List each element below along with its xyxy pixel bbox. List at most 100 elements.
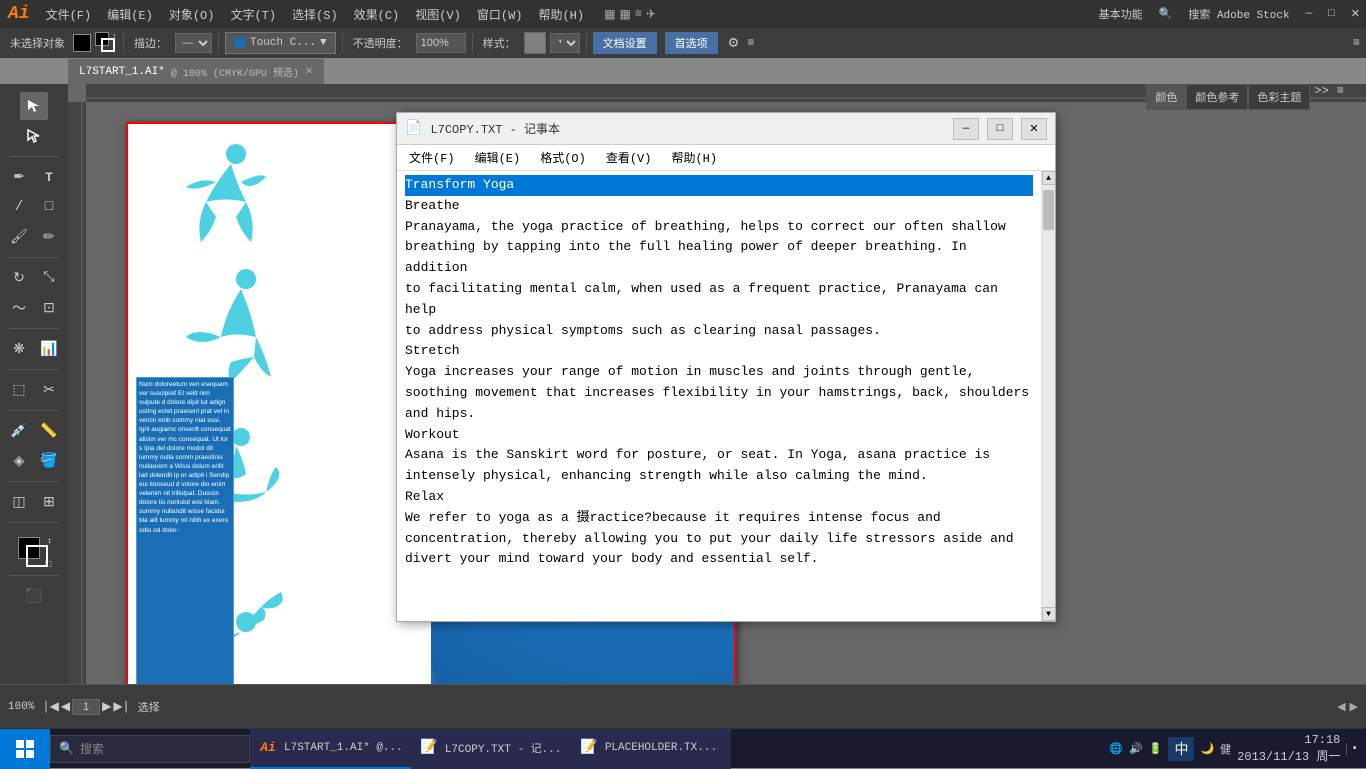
stroke-dropdown[interactable]: — (175, 33, 212, 53)
color-tab-color[interactable]: 颜色 (1146, 84, 1186, 110)
ext-icon-arrow[interactable]: ✈ (646, 7, 656, 22)
mesh-tool[interactable]: ⊞ (35, 488, 63, 516)
gradient-tool[interactable]: ◫ (5, 488, 33, 516)
color-tab-reference[interactable]: 颜色参考 (1186, 84, 1248, 110)
doc-tab-close[interactable]: ✕ (305, 66, 313, 78)
doc-settings-button[interactable]: 文档设置 (593, 32, 657, 54)
slice-tool[interactable]: ✂ (35, 376, 63, 404)
menu-select[interactable]: 选择(S) (284, 6, 346, 23)
page-next[interactable]: ▶ (102, 699, 111, 714)
taskbar-time[interactable]: 17:18 2013/11/13 周一 (1237, 733, 1340, 764)
menu-view[interactable]: 视图(V) (407, 6, 469, 23)
pencil-tool[interactable]: ✏ (35, 223, 63, 251)
np-menu-view[interactable]: 查看(V) (598, 147, 660, 168)
graph-tool[interactable]: 📊 (35, 335, 63, 363)
notepad-restore-button[interactable]: □ (987, 118, 1013, 140)
restore-icon[interactable]: □ (1322, 8, 1341, 20)
status-navigate-icon[interactable]: ◀ (1337, 700, 1345, 714)
fill-stroke-toggle[interactable]: ↕ (95, 32, 117, 54)
toolbox-color-swatches[interactable]: ↕ ⬚ (18, 537, 50, 569)
taskbar-app-illustrator[interactable]: Ai L7START_1.AI* @... (250, 729, 411, 769)
workspace-menu[interactable]: 基本功能 (1093, 6, 1149, 22)
doc-tab-active[interactable]: L7START_1.AI* @ 100% (CMYK/GPU 预选) ✕ (68, 59, 324, 84)
style-swatch[interactable] (524, 32, 546, 54)
panel-menu-icon[interactable]: ≡ (1333, 84, 1348, 110)
canvas-content[interactable]: Num doloreetum ven esequam ver suscipisi… (86, 102, 1366, 724)
scroll-up-button[interactable]: ▲ (1042, 171, 1056, 185)
line-tool[interactable]: / (5, 193, 33, 221)
scroll-thumb[interactable] (1043, 190, 1054, 230)
taskbar-app-notepad1[interactable]: 📝 L7COPY.TXT - 记... (411, 729, 571, 769)
ext-icon-1[interactable]: ▦ (604, 7, 615, 22)
np-menu-help[interactable]: 帮助(H) (663, 147, 725, 168)
search-stock-icon[interactable]: 🔍 (1153, 7, 1179, 21)
menu-effect[interactable]: 效果(C) (346, 6, 408, 23)
text-box-overlay[interactable]: Num doloreetum ven esequam ver suscipisi… (136, 377, 234, 717)
symbol-sprayer-tool[interactable]: ❋ (5, 335, 33, 363)
close-icon[interactable]: ✕ (1345, 7, 1366, 21)
taskbar-health-icon[interactable]: 健 (1220, 741, 1231, 757)
paintbrush-tool[interactable]: 🖌 (5, 223, 33, 251)
taskbar-show-desktop[interactable]: ▪ (1346, 743, 1358, 755)
notepad-minimize-button[interactable]: — (953, 118, 979, 140)
touch-button[interactable]: Touch C... ▼ (225, 32, 336, 54)
page-input[interactable] (72, 699, 100, 715)
menu-help[interactable]: 帮助(H) (530, 6, 592, 23)
toolbar-extra-right[interactable]: ≡ (1353, 36, 1360, 50)
rect-tool[interactable]: □ (35, 193, 63, 221)
ext-icon-3[interactable]: ≡ (635, 7, 642, 21)
opacity-input[interactable] (416, 33, 466, 53)
toolbar-extra-2[interactable]: ≡ (747, 36, 754, 50)
rotate-tool[interactable]: ↻ (5, 264, 33, 292)
fill-color-swatch[interactable] (73, 34, 91, 52)
taskbar-search-box[interactable]: 🔍 搜索 (50, 735, 250, 763)
scroll-down-button[interactable]: ▼ (1042, 607, 1056, 621)
panel-expand-icon[interactable]: >> (1310, 84, 1332, 110)
selection-tool[interactable] (20, 92, 48, 120)
taskbar-moon-icon[interactable]: 🌙 (1200, 742, 1214, 756)
taskbar-volume-icon[interactable]: 🔊 (1129, 742, 1143, 756)
np-menu-format[interactable]: 格式(O) (532, 147, 594, 168)
menu-edit[interactable]: 编辑(E) (99, 6, 161, 23)
blend-tool[interactable]: ◈ (5, 447, 33, 475)
scroll-track[interactable] (1042, 185, 1055, 607)
change-screen-mode[interactable]: ⬛ (20, 582, 48, 610)
eyedropper-tool[interactable]: 💉 (5, 417, 33, 445)
ime-indicator[interactable]: 中 (1168, 737, 1194, 761)
tool-divider-6 (9, 481, 59, 482)
touch-dropdown-arrow[interactable]: ▼ (320, 37, 327, 49)
style-dropdown[interactable]: ▼ (550, 33, 580, 53)
page-next-last[interactable]: ▶| (113, 699, 129, 714)
notepad-close-button[interactable]: ✕ (1021, 118, 1047, 140)
scale-tool[interactable]: ⤡ (35, 264, 63, 292)
page-prev[interactable]: ◀ (61, 699, 70, 714)
taskbar-network-icon[interactable]: 🌐 (1109, 742, 1123, 756)
toolbar-extra-1[interactable]: ⚙ (728, 36, 740, 51)
notepad-scrollbar[interactable]: ▲ ▼ (1041, 171, 1055, 621)
menu-window[interactable]: 窗口(W) (469, 6, 531, 23)
ext-icon-2[interactable]: ▦ (619, 7, 630, 22)
measure-tool[interactable]: 📏 (35, 417, 63, 445)
start-button[interactable] (0, 729, 50, 769)
page-prev-first[interactable]: |◀ (42, 699, 58, 714)
doc-tab-name: L7START_1.AI* (79, 66, 165, 78)
color-tab-theme[interactable]: 色彩主题 (1248, 84, 1310, 110)
type-tool[interactable]: T (35, 163, 63, 191)
direct-selection-tool[interactable] (20, 122, 48, 150)
notepad-text-area[interactable]: Transform Yoga Breathe Pranayama, the yo… (397, 171, 1041, 621)
menu-object[interactable]: 对象(O) (161, 6, 223, 23)
np-menu-file[interactable]: 文件(F) (401, 147, 463, 168)
menu-file[interactable]: 文件(F) (38, 6, 100, 23)
taskbar-battery-icon[interactable]: 🔋 (1149, 742, 1163, 756)
live-paint-tool[interactable]: 🪣 (35, 447, 63, 475)
free-transform-tool[interactable]: ⊡ (35, 294, 63, 322)
status-navigate-icon2[interactable]: ▶ (1350, 700, 1358, 714)
artboard-tool[interactable]: ⬚ (5, 376, 33, 404)
np-menu-edit[interactable]: 编辑(E) (467, 147, 529, 168)
taskbar-app-notepad2[interactable]: 📝 PLACEHOLDER.TX... (571, 729, 731, 769)
minimize-icon[interactable]: — (1300, 8, 1319, 20)
pen-tool[interactable]: ✒ (5, 163, 33, 191)
warp-tool[interactable]: 〜 (5, 294, 33, 322)
preferences-button[interactable]: 首选项 (665, 32, 718, 54)
menu-text[interactable]: 文字(T) (222, 6, 284, 23)
